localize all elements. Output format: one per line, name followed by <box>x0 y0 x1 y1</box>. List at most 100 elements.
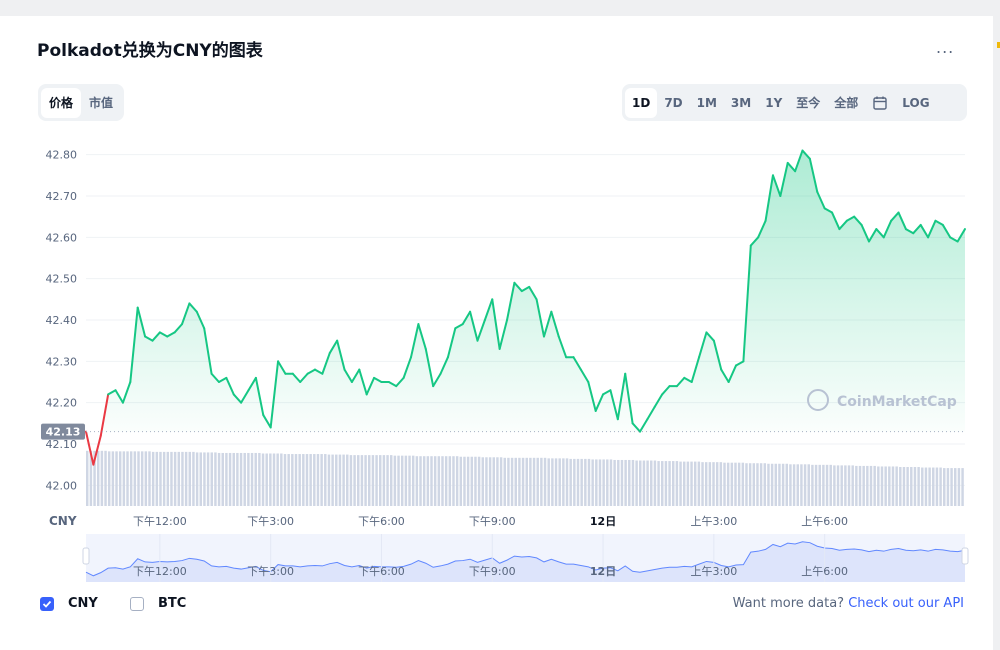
volume-bar <box>151 451 155 506</box>
volume-bar <box>675 461 679 506</box>
volume-bar <box>173 451 177 506</box>
volume-bar <box>862 465 865 506</box>
volume-bar <box>404 455 408 506</box>
chart-card: Polkadot兑换为CNY的图表 ... 价格 市值 1D 7D 1M 3M … <box>0 16 993 650</box>
volume-bar <box>906 467 909 506</box>
volume-bar <box>426 456 430 506</box>
volume-bar <box>825 464 829 506</box>
volume-bar <box>763 463 767 506</box>
volume-bar <box>496 457 499 506</box>
volume-bar <box>507 457 510 506</box>
navigator-tick-label: 下午9:00 <box>469 565 516 578</box>
volume-bar <box>737 462 741 506</box>
volume-bar <box>745 463 748 506</box>
y-tick-label: 42.70 <box>46 190 78 203</box>
volume-bar <box>261 453 265 506</box>
volume-bar <box>335 454 338 506</box>
volume-bar <box>642 460 646 506</box>
legend-cny[interactable]: CNY <box>40 596 98 611</box>
volume-bar <box>342 454 345 506</box>
volume-bar <box>719 462 723 506</box>
volume-bar <box>250 452 254 506</box>
volume-bar <box>199 452 202 506</box>
volume-bar <box>609 459 613 506</box>
volume-bar <box>137 451 140 506</box>
volume-bar <box>551 458 554 506</box>
x-tick-label: 上午3:00 <box>691 515 738 528</box>
volume-bar <box>774 463 778 506</box>
volume-bar <box>957 468 961 506</box>
volume-bar <box>943 468 946 506</box>
volume-bar <box>272 453 276 506</box>
currency-axis-label: CNY <box>49 514 77 528</box>
volume-bar <box>217 452 221 506</box>
legend-btc[interactable]: BTC <box>130 596 186 611</box>
volume-bar <box>657 461 660 506</box>
volume-bar <box>349 455 353 506</box>
volume-bar <box>477 456 481 506</box>
volume-bar <box>565 458 569 506</box>
volume-bar <box>573 458 576 506</box>
volume-bar <box>188 451 192 506</box>
volume-bar <box>389 455 393 506</box>
more-data-text: Want more data? Check out our API <box>733 596 964 611</box>
volume-bar <box>195 452 199 506</box>
volume-bar <box>829 464 832 506</box>
volume-bar <box>400 455 404 506</box>
checkbox-unchecked-icon[interactable] <box>130 596 144 611</box>
price-chart[interactable]: 42.80 42.70 42.60 42.50 42.40 42.30 42.20 42.10… <box>0 16 993 650</box>
x-tick-label: 上午6:00 <box>801 515 848 528</box>
volume-bar <box>708 462 712 506</box>
volume-bar <box>203 452 206 506</box>
volume-bar <box>485 457 488 506</box>
volume-bar <box>635 460 638 506</box>
navigator-tick-label: 12日 <box>590 565 616 578</box>
volume-bar <box>382 455 386 506</box>
api-link[interactable]: Check out our API <box>848 596 964 611</box>
navigator-tick-label: 下午6:00 <box>358 565 405 578</box>
volume-bar <box>811 464 814 506</box>
volume-bar <box>602 459 605 506</box>
volume-bar <box>888 466 891 506</box>
volume-bar <box>452 456 455 506</box>
volume-bar <box>606 459 609 506</box>
volume-bar <box>759 463 763 506</box>
volume-bar <box>444 456 448 506</box>
volume-bar <box>148 451 151 506</box>
volume-bar <box>269 453 272 506</box>
volume-bar <box>316 454 320 506</box>
volume-bar <box>924 467 928 506</box>
volume-bar <box>847 465 851 506</box>
navigator-tick-label: 上午6:00 <box>801 565 848 578</box>
volume-bar <box>221 452 224 506</box>
volume-bar <box>855 465 858 506</box>
volume-bar <box>529 457 532 506</box>
volume-bar <box>236 452 239 506</box>
checkbox-checked-icon[interactable] <box>40 596 54 611</box>
volume-bar <box>305 454 309 506</box>
volume-bar <box>397 455 400 506</box>
volume-bar <box>620 459 624 506</box>
volume-bar <box>327 454 331 506</box>
volume-bar <box>679 461 682 506</box>
volume-bar <box>880 466 884 506</box>
volume-bar <box>664 461 668 506</box>
volume-bar <box>214 452 217 506</box>
volume-bar <box>133 451 137 506</box>
volume-bar <box>441 456 444 506</box>
volume-bar <box>639 460 642 506</box>
price-area-fill <box>86 150 965 432</box>
volume-bar <box>935 467 939 506</box>
volume-bar <box>247 452 250 506</box>
volume-bar <box>107 451 111 506</box>
volume-bar <box>415 456 419 506</box>
volume-bar <box>353 455 356 506</box>
volume-bar <box>877 466 880 506</box>
volume-bar <box>584 458 587 506</box>
volume-bar <box>466 456 470 506</box>
volume-bar <box>730 462 734 506</box>
volume-bar <box>756 463 759 506</box>
volume-bar <box>576 458 580 506</box>
volume-bar <box>210 452 213 506</box>
volume-bar <box>932 467 935 506</box>
